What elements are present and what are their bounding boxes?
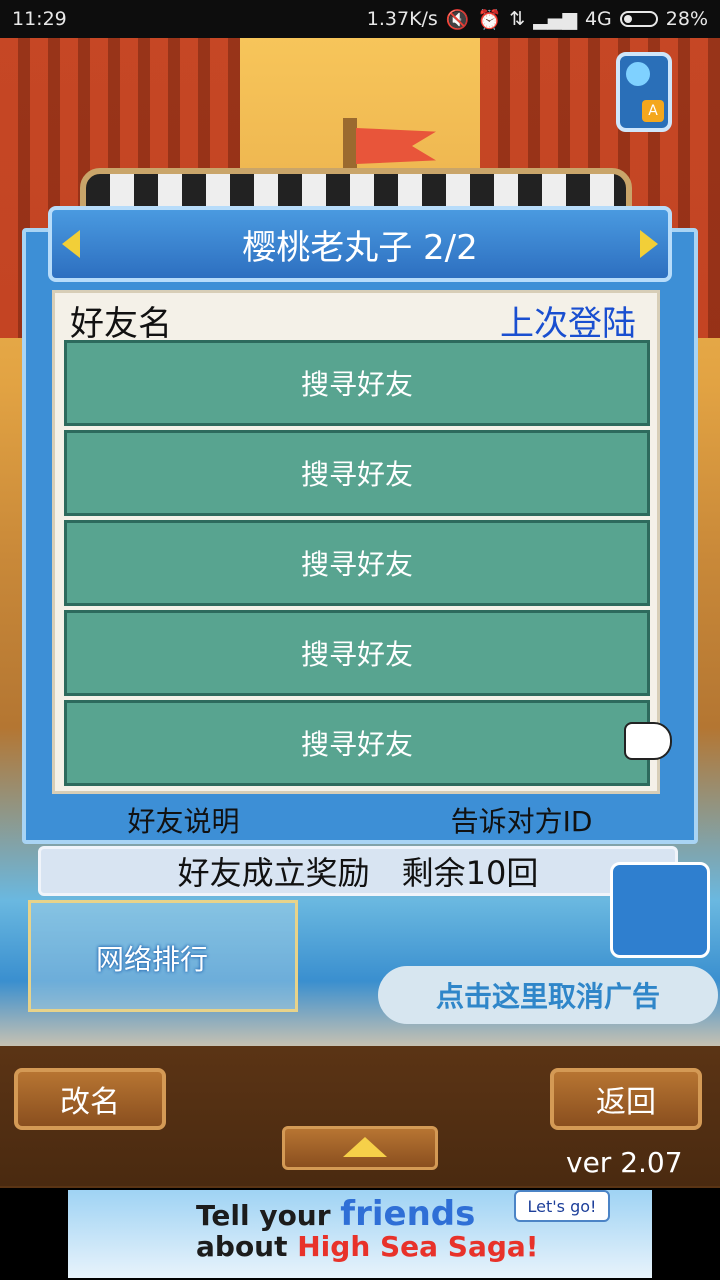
language-badge: A xyxy=(642,100,664,122)
ad-line-2: about High Sea Saga! xyxy=(196,1230,539,1263)
version-label: ver 2.07 xyxy=(566,1146,683,1179)
expand-up-button[interactable] xyxy=(282,1126,438,1170)
dialog-footer: 好友说明 告诉对方ID xyxy=(22,796,698,844)
prev-page-arrow-icon[interactable] xyxy=(62,230,80,258)
next-page-arrow-icon[interactable] xyxy=(640,230,658,258)
friend-reward-banner: 好友成立奖励 剩余10回 xyxy=(38,846,678,896)
device-transfer-icon[interactable] xyxy=(610,862,710,958)
status-time: 11:29 xyxy=(12,8,67,30)
dialog-title: 樱桃老丸子 2/2 xyxy=(242,227,478,268)
battery-icon xyxy=(619,11,658,27)
ad-cta-button[interactable]: Let's go! xyxy=(514,1190,610,1222)
battery-level: 28% xyxy=(665,8,708,30)
network-type: 4G xyxy=(584,8,612,30)
ranking-label: 网络排行 xyxy=(96,943,209,976)
data-icon: ⇅ xyxy=(509,8,526,30)
back-button[interactable]: 返回 xyxy=(550,1068,702,1130)
status-right: 1.37K/s 🔇 ⏰ ⇅ ▂▄▆ 4G 28% xyxy=(367,8,708,31)
status-bar: 11:29 1.37K/s 🔇 ⏰ ⇅ ▂▄▆ 4G 28% xyxy=(0,0,720,38)
language-switch-icon[interactable]: A xyxy=(616,52,672,132)
alarm-icon: ⏰ xyxy=(477,8,502,31)
search-friend-button[interactable]: 搜寻好友 xyxy=(64,430,650,516)
search-friend-button[interactable]: 搜寻好友 xyxy=(64,700,650,786)
signal-icon: ▂▄▆ xyxy=(533,8,577,30)
ad-line-2-highlight: High Sea Saga! xyxy=(297,1230,539,1263)
ad-line-1-text: Tell your xyxy=(196,1199,341,1232)
network-speed: 1.37K/s xyxy=(366,8,438,30)
ship-flag xyxy=(356,128,436,164)
cancel-ad-button[interactable]: 点击这里取消广告 xyxy=(378,966,718,1024)
pointing-hand-icon xyxy=(624,722,672,760)
search-friend-button[interactable]: 搜寻好友 xyxy=(64,520,650,606)
friend-help-link[interactable]: 好友说明 xyxy=(128,800,240,840)
ad-line-1-highlight: friends xyxy=(340,1194,476,1234)
search-friend-button[interactable]: 搜寻好友 xyxy=(64,340,650,426)
ad-line-2-text: about xyxy=(196,1230,298,1263)
rename-button[interactable]: 改名 xyxy=(14,1068,166,1130)
last-login-header: 上次登陆 xyxy=(500,304,636,344)
globe-icon xyxy=(626,62,650,86)
search-friend-button[interactable]: 搜寻好友 xyxy=(64,610,650,696)
ad-line-1: Tell your friends xyxy=(196,1194,475,1234)
friend-name-header: 好友名 xyxy=(70,304,172,344)
mute-icon: 🔇 xyxy=(445,8,470,31)
tell-id-link[interactable]: 告诉对方ID xyxy=(451,800,593,840)
dialog-titlebar: 樱桃老丸子 2/2 xyxy=(48,206,672,282)
up-arrow-icon xyxy=(343,1137,387,1157)
